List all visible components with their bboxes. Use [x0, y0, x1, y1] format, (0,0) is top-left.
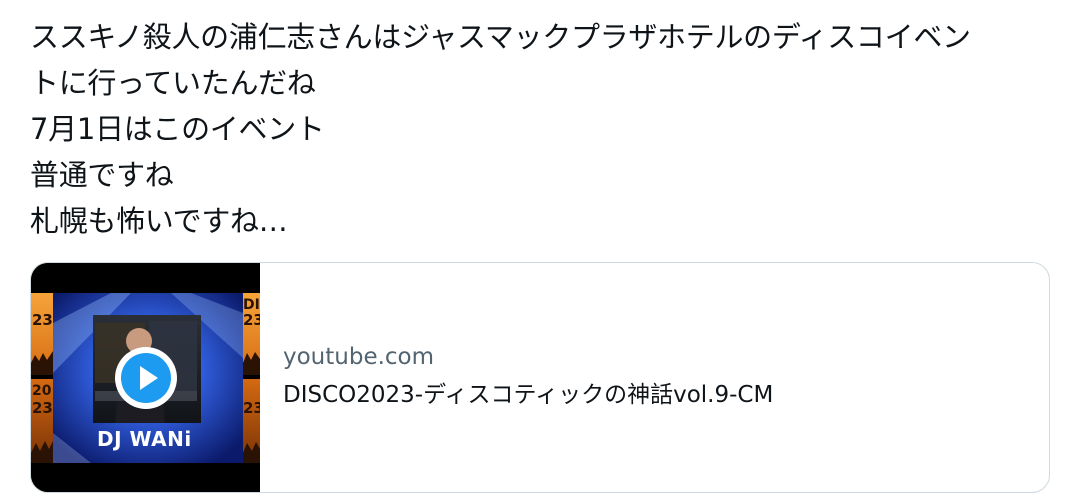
- tweet-text-line: ススキノ殺人の浦仁志さんはジャスマックプラザホテルのディスコイベン: [30, 20, 971, 54]
- thumbnail-side-text: 23: [32, 399, 53, 417]
- tweet-text-line: 札幌も怖いですね…: [30, 204, 288, 238]
- video-thumbnail[interactable]: DI 23 23 20 23 23 DJ WANi: [31, 263, 260, 492]
- card-meta: youtube.com DISCO2023-ディスコティックの神話vol.9-C…: [283, 341, 1023, 411]
- tweet-text-line: 7月1日はこのイベント: [30, 112, 325, 146]
- play-button[interactable]: [115, 347, 177, 409]
- thumbnail-side-text: 23: [243, 311, 260, 329]
- card-title[interactable]: DISCO2023-ディスコティックの神話vol.9-CM: [283, 379, 1023, 411]
- play-icon: [121, 353, 171, 403]
- thumbnail-side-text: 23: [32, 311, 53, 329]
- tweet-text-line: 普通ですね: [30, 158, 174, 192]
- thumbnail-caption: DJ WANi: [97, 427, 192, 451]
- thumbnail-side-text: 23: [243, 399, 260, 417]
- link-preview-card[interactable]: DI 23 23 20 23 23 DJ WANi youtube.com DI…: [30, 262, 1050, 493]
- thumbnail-side-text: 20: [32, 383, 52, 399]
- card-domain: youtube.com: [283, 344, 435, 370]
- tweet-text: ススキノ殺人の浦仁志さんはジャスマックプラザホテルのディスコイベン トに行ってい…: [30, 14, 1070, 244]
- tweet-text-line: トに行っていたんだね: [30, 66, 316, 100]
